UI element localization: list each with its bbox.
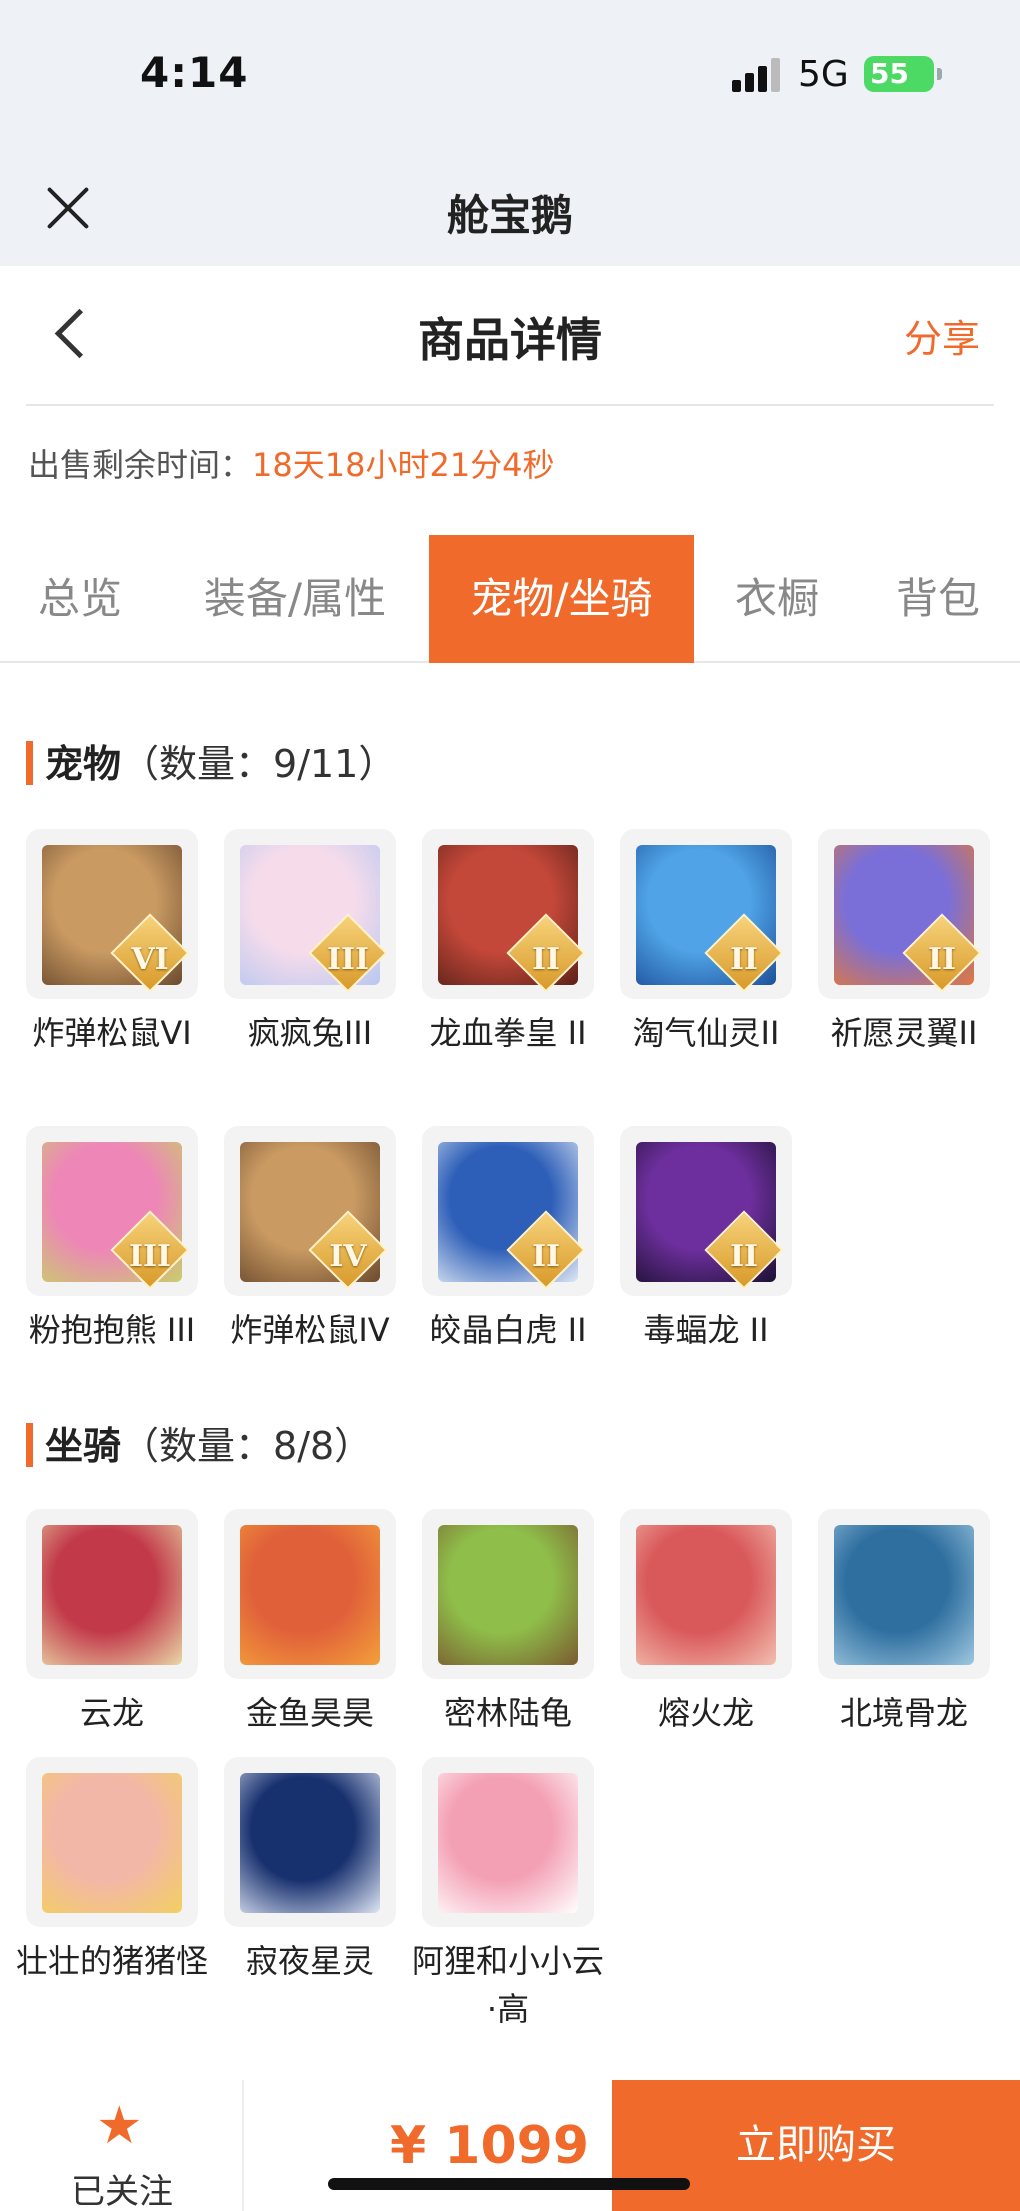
page-title: 商品详情	[418, 313, 602, 367]
follow-button[interactable]: ★ 已关注	[0, 2080, 244, 2211]
section-marker	[26, 1423, 33, 1467]
bottom-bar: ★ 已关注 ¥ 1099 立即购买	[0, 2080, 1020, 2211]
item-thumbnail	[422, 1757, 594, 1927]
item-name: 熔火龙	[657, 1694, 754, 1732]
header-divider	[26, 404, 994, 406]
rank-label: VI	[131, 942, 169, 977]
item-thumbnail: II	[620, 1126, 792, 1296]
pets-count: （数量：9/11）	[121, 742, 397, 786]
item-name: 密林陆龟	[443, 1694, 572, 1732]
home-indicator	[328, 2178, 690, 2190]
pets-title: 宠物	[45, 742, 122, 786]
item-image	[240, 1525, 380, 1665]
battery-icon: 55	[864, 56, 942, 92]
status-time: 4:14	[140, 48, 249, 97]
tab-bar: 总览 装备/属性 宠物/坐骑 衣橱 背包	[0, 535, 1020, 663]
rank-label: III	[128, 1239, 172, 1274]
network-label: 5G	[798, 54, 849, 95]
item-name: 龙血拳皇 II	[429, 1014, 587, 1052]
item-thumbnail: II	[422, 1126, 594, 1296]
item-name: 炸弹松鼠IV	[230, 1311, 390, 1349]
item-thumbnail: II	[818, 829, 990, 999]
remaining-label: 出售剩余时间：	[28, 446, 253, 484]
sale-remaining: 出售剩余时间：18天18小时21分4秒	[28, 440, 555, 486]
item-thumbnail	[818, 1509, 990, 1679]
rank-label: II	[729, 942, 759, 977]
share-button[interactable]: 分享	[904, 308, 980, 363]
follow-label: 已关注	[71, 2172, 173, 2211]
item-thumbnail: VI	[26, 829, 198, 999]
item-thumbnail	[224, 1509, 396, 1679]
item-name: 云龙	[79, 1694, 144, 1732]
buy-now-button[interactable]: 立即购买	[612, 2080, 1020, 2211]
item-image	[636, 1525, 776, 1665]
tab-wardrobe[interactable]: 衣橱	[712, 535, 842, 663]
item-name: 壮壮的猪猪怪	[15, 1942, 208, 1980]
item-image	[438, 1773, 578, 1913]
rank-label: II	[729, 1239, 759, 1274]
item-name: 疯疯兔III	[247, 1014, 373, 1052]
item-name: 淘气仙灵II	[632, 1014, 780, 1052]
item-name: 寂夜星灵	[245, 1942, 374, 1980]
item-image	[42, 1525, 182, 1665]
rank-label: III	[326, 942, 370, 977]
rank-label: II	[927, 942, 957, 977]
item-thumbnail	[224, 1757, 396, 1927]
item-thumbnail	[422, 1509, 594, 1679]
battery-level: 55	[870, 57, 909, 90]
item-name: 皎晶白虎 II	[429, 1311, 587, 1349]
tab-backpack[interactable]: 背包	[868, 535, 1008, 663]
item-thumbnail	[620, 1509, 792, 1679]
item-image	[438, 1525, 578, 1665]
tab-equipment[interactable]: 装备/属性	[180, 535, 410, 663]
item-name: 阿狸和小小云·高	[411, 1942, 604, 2028]
rank-label: II	[531, 942, 561, 977]
tab-pets-mounts[interactable]: 宠物/坐骑	[429, 535, 694, 663]
item-name: 祈愿灵翼II	[830, 1014, 978, 1052]
price: ¥ 1099	[390, 2116, 590, 2176]
mounts-section-title: 坐骑（数量：8/8）	[26, 1415, 372, 1470]
mounts-count: （数量：8/8）	[121, 1424, 373, 1468]
item-thumbnail: III	[26, 1126, 198, 1296]
rank-label: IV	[329, 1239, 367, 1274]
item-thumbnail: II	[422, 829, 594, 999]
item-name: 毒蝠龙 II	[643, 1311, 769, 1349]
item-name: 炸弹松鼠VI	[32, 1014, 192, 1052]
item-image	[834, 1525, 974, 1665]
section-marker	[26, 741, 33, 785]
item-name: 北境骨龙	[839, 1694, 968, 1732]
miniapp-name: 舱宝鹅	[446, 191, 573, 240]
item-thumbnail	[26, 1509, 198, 1679]
tab-overview[interactable]: 总览	[0, 535, 160, 663]
remaining-time: 18天18小时21分4秒	[252, 446, 555, 484]
item-thumbnail	[26, 1757, 198, 1927]
pets-section-title: 宠物（数量：9/11）	[26, 733, 396, 788]
item-thumbnail: IV	[224, 1126, 396, 1296]
star-icon: ★	[96, 2096, 143, 2156]
item-thumbnail: II	[620, 829, 792, 999]
item-image	[240, 1773, 380, 1913]
item-name: 粉抱抱熊 III	[28, 1311, 196, 1349]
mounts-title: 坐骑	[45, 1424, 122, 1468]
item-thumbnail: III	[224, 829, 396, 999]
item-name: 金鱼昊昊	[245, 1694, 374, 1732]
rank-label: II	[531, 1239, 561, 1274]
signal-icon	[732, 58, 782, 92]
item-image	[42, 1773, 182, 1913]
